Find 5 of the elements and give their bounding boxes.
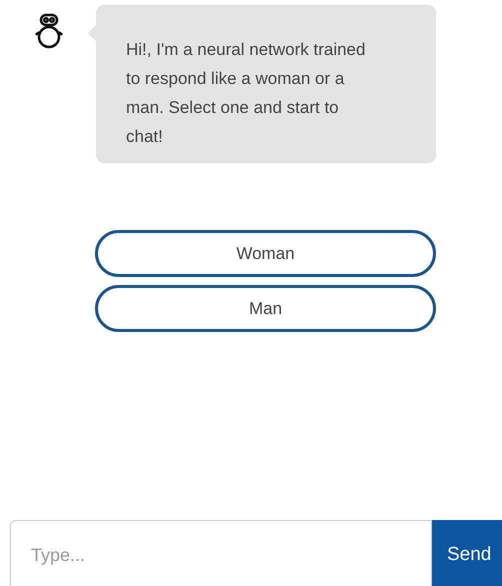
choice-button[interactable]: Woman: [95, 230, 436, 277]
send-button[interactable]: Send: [432, 520, 502, 586]
choice-button[interactable]: Man: [95, 285, 436, 332]
message-input[interactable]: Type...: [10, 520, 432, 586]
bot-message: Hi!, I'm a neural network trained to respond like a woman or a man. Select one and start to chat!: [126, 39, 366, 148]
